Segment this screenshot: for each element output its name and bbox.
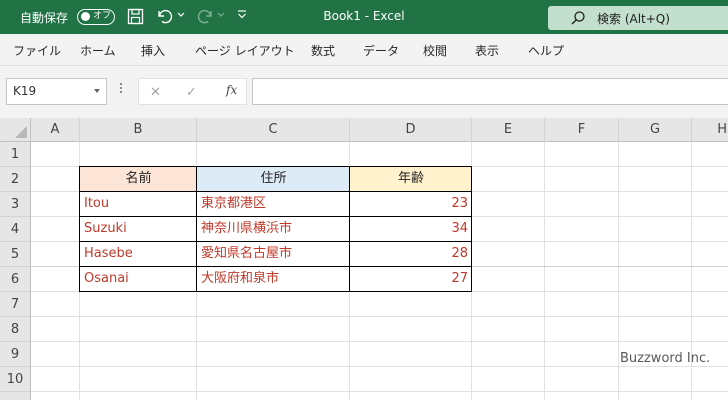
gridline bbox=[31, 341, 728, 342]
table-border bbox=[79, 166, 80, 292]
enter-check-icon[interactable]: ✓ bbox=[186, 85, 197, 100]
row-header-10[interactable]: 10 bbox=[0, 367, 31, 392]
formula-bar: K19 ✕ ✓ fx bbox=[0, 66, 728, 118]
column-header-f[interactable]: F bbox=[545, 118, 619, 142]
column-header-b[interactable]: B bbox=[80, 118, 197, 142]
tab-page-layout[interactable]: ページ レイアウト bbox=[195, 42, 295, 59]
cell-address[interactable]: 神奈川県横浜市 bbox=[197, 217, 350, 242]
cell-address[interactable]: 大阪府和泉市 bbox=[197, 267, 350, 292]
search-placeholder: 検索 (Alt+Q) bbox=[597, 12, 670, 26]
tab-help[interactable]: ヘルプ bbox=[528, 42, 564, 59]
row-header-9[interactable]: 9 bbox=[0, 342, 31, 367]
row-header-7[interactable]: 7 bbox=[0, 292, 31, 317]
header-cell-age[interactable]: 年齢 bbox=[350, 167, 472, 192]
autosave-toggle[interactable]: オフ bbox=[77, 9, 115, 25]
row-header-5[interactable]: 5 bbox=[0, 242, 31, 267]
search-box[interactable]: 検索 (Alt+Q) bbox=[548, 6, 728, 30]
redo-icon[interactable] bbox=[196, 8, 214, 26]
cell-age[interactable]: 23 bbox=[350, 192, 472, 217]
table-border bbox=[79, 266, 472, 267]
table-border bbox=[349, 166, 350, 292]
cell-age[interactable]: 28 bbox=[350, 242, 472, 267]
column-header-h[interactable]: H bbox=[692, 118, 728, 142]
table-border bbox=[79, 291, 472, 292]
table-border bbox=[79, 216, 472, 217]
cell-address[interactable]: 東京都港区 bbox=[197, 192, 350, 217]
save-icon[interactable] bbox=[127, 8, 144, 26]
column-header-d[interactable]: D bbox=[350, 118, 472, 142]
table-border bbox=[79, 191, 472, 192]
tab-formulas[interactable]: 数式 bbox=[311, 42, 335, 59]
row-header-6[interactable]: 6 bbox=[0, 267, 31, 292]
cell-address[interactable]: 愛知県名古屋市 bbox=[197, 242, 350, 267]
undo-icon[interactable] bbox=[156, 8, 174, 26]
column-header-c[interactable]: C bbox=[197, 118, 350, 142]
cell-name[interactable]: Osanai bbox=[80, 267, 197, 292]
chevron-down-icon[interactable] bbox=[94, 89, 100, 93]
formula-buttons: ✕ ✓ fx bbox=[138, 78, 247, 105]
column-header-a[interactable]: A bbox=[31, 118, 80, 142]
name-box[interactable]: K19 bbox=[6, 78, 107, 105]
select-all-corner[interactable] bbox=[0, 118, 31, 142]
cell-age[interactable]: 27 bbox=[350, 267, 472, 292]
row-header-8[interactable]: 8 bbox=[0, 317, 31, 342]
tab-home[interactable]: ホーム bbox=[80, 42, 116, 59]
gridline bbox=[544, 142, 545, 400]
search-icon bbox=[571, 11, 585, 25]
tab-file[interactable]: ファイル bbox=[13, 42, 61, 59]
tab-insert[interactable]: 挿入 bbox=[141, 42, 165, 59]
cell-age[interactable]: 34 bbox=[350, 217, 472, 242]
redo-dropdown-icon[interactable] bbox=[217, 11, 225, 29]
gridline bbox=[31, 366, 728, 367]
cell-name[interactable]: Itou bbox=[80, 192, 197, 217]
autosave-state: オフ bbox=[93, 11, 112, 21]
ribbon-tabs: ファイル ホーム 挿入 ページ レイアウト 数式 データ 校閲 表示 ヘルプ bbox=[0, 34, 728, 66]
table-border bbox=[79, 241, 472, 242]
header-cell-name[interactable]: 名前 bbox=[80, 167, 197, 192]
column-header-e[interactable]: E bbox=[472, 118, 545, 142]
row-header-3[interactable]: 3 bbox=[0, 192, 31, 217]
name-box-value: K19 bbox=[13, 84, 37, 98]
row-header-2[interactable]: 2 bbox=[0, 167, 31, 192]
table-border bbox=[196, 166, 197, 292]
tab-view[interactable]: 表示 bbox=[475, 42, 499, 59]
document-title: Book1 - Excel bbox=[323, 9, 405, 23]
undo-dropdown-icon[interactable] bbox=[177, 11, 185, 29]
gridline bbox=[618, 142, 619, 400]
formula-input[interactable] bbox=[252, 78, 728, 105]
watermark: Buzzword Inc. bbox=[620, 351, 711, 366]
worksheet-grid[interactable]: A B C D E F G H 1 2 3 4 5 6 7 8 9 10 名前 … bbox=[0, 118, 728, 400]
gridline bbox=[31, 391, 728, 392]
title-bar: 自動保存 オフ Book1 - Excel 検索 (Alt+Q) bbox=[0, 0, 728, 34]
customize-qat-icon[interactable] bbox=[237, 10, 247, 28]
toggle-knob bbox=[81, 12, 90, 21]
column-header-g[interactable]: G bbox=[619, 118, 692, 142]
cell-name[interactable]: Hasebe bbox=[80, 242, 197, 267]
gridline bbox=[31, 316, 728, 317]
row-header-4[interactable]: 4 bbox=[0, 217, 31, 242]
formula-bar-grip-icon[interactable] bbox=[120, 83, 123, 95]
insert-function-icon[interactable]: fx bbox=[226, 83, 237, 97]
header-cell-address[interactable]: 住所 bbox=[197, 167, 350, 192]
tab-data[interactable]: データ bbox=[363, 42, 399, 59]
table-border bbox=[471, 166, 472, 292]
autosave-label: 自動保存 bbox=[20, 11, 69, 25]
table-border bbox=[79, 166, 472, 167]
tab-review[interactable]: 校閲 bbox=[423, 42, 447, 59]
cell-name[interactable]: Suzuki bbox=[80, 217, 197, 242]
row-header-11[interactable] bbox=[0, 392, 31, 400]
cancel-icon[interactable]: ✕ bbox=[150, 85, 161, 100]
row-header-1[interactable]: 1 bbox=[0, 142, 31, 167]
